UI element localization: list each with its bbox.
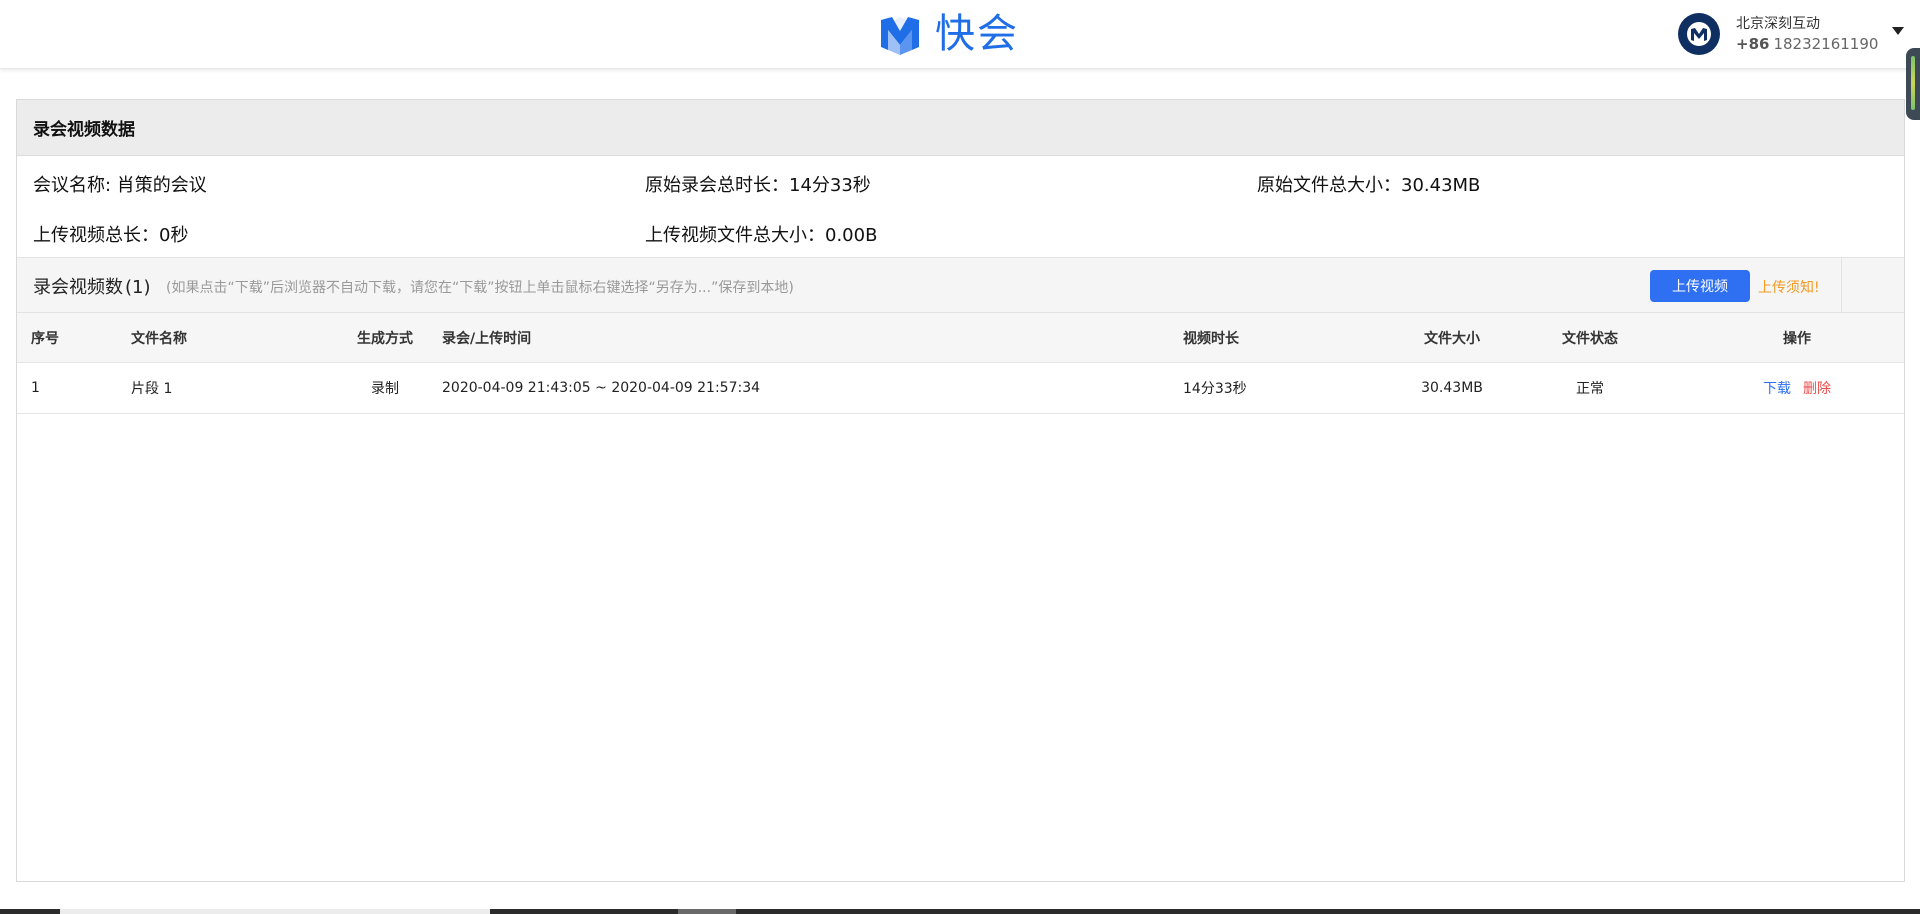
country-code: +86 [1736,35,1770,53]
avatar[interactable] [1678,13,1720,55]
row-file-status: 正常 [1576,381,1604,397]
upload-duration-value: 0秒 [159,225,189,246]
panel-title: 录会视频数据 [17,100,1904,156]
taskbar-segment [678,909,736,914]
upload-video-button[interactable]: 上传视频 [1650,270,1750,302]
delete-link[interactable]: 删除 [1803,378,1831,398]
user-menu[interactable]: 北京深刻互动 +86 18232161190 [1678,8,1905,60]
upload-size-label: 上传视频文件总大小： [645,225,825,246]
recordings-title-text: 录会视频数 [33,277,123,298]
stats-section: 会议名称: 肖策的会议 原始录会总时长：14分33秒 原始文件总大小：30.43… [17,156,1904,257]
recordings-count: (1) [125,277,151,298]
table-row: 1 片段 1 录制 2020-04-09 21:43:05 ~ 2020-04-… [17,363,1904,414]
top-header: 快会 北京深刻互动 +86 18232161190 [0,0,1920,69]
upload-size-stat: 上传视频文件总大小：0.00B [645,221,877,247]
orig-size-stat: 原始文件总大小：30.43MB [1257,171,1480,197]
download-link[interactable]: 下载 [1763,378,1791,398]
col-file-size: 文件大小 [1424,330,1480,347]
meeting-name-label: 会议名称: [33,175,117,196]
upload-duration-stat: 上传视频总长：0秒 [33,221,188,247]
brand[interactable]: 快会 [877,8,1019,60]
recordings-title: 录会视频数 (1) [33,273,151,299]
row-time: 2020-04-09 21:43:05 ~ 2020-04-09 21:57:3… [442,380,761,396]
user-phone: +86 18232161190 [1736,34,1878,54]
meeting-name-stat: 会议名称: 肖策的会议 [33,171,207,197]
phone-number: 18232161190 [1773,35,1879,53]
taskbar-strip [0,909,1920,914]
orig-duration-value: 14分33秒 [789,175,871,196]
orig-duration-label: 原始录会总时长： [645,175,789,196]
meeting-name-value: 肖策的会议 [116,175,207,196]
orig-size-label: 原始文件总大小： [1257,175,1401,196]
toolbar-divider [1841,258,1842,312]
recording-data-panel: 录会视频数据 会议名称: 肖策的会议 原始录会总时长：14分33秒 原始文件总大… [16,99,1905,882]
orig-duration-stat: 原始录会总时长：14分33秒 [645,171,871,197]
brand-logo-icon [881,17,919,55]
row-file-size: 30.43MB [1421,380,1483,396]
user-logo-icon [1687,22,1711,46]
col-generation-mode: 生成方式 [357,330,413,347]
orig-size-value: 30.43MB [1401,175,1481,196]
upload-notice-link[interactable]: 上传须知! [1758,277,1820,297]
row-file-name: 片段 1 [131,381,173,397]
col-duration: 视频时长 [1183,330,1239,347]
row-generation-mode: 录制 [371,381,399,397]
brand-name: 快会 [935,11,1019,57]
col-file-status: 文件状态 [1562,330,1618,347]
row-duration: 14分33秒 [1183,381,1247,397]
table-header: 序号 文件名称 生成方式 录会/上传时间 视频时长 文件大小 文件状态 操作 [17,313,1904,363]
row-operations: 下载 删除 [1717,363,1877,413]
side-widget-tab[interactable] [1906,48,1920,120]
col-index: 序号 [31,330,59,347]
upload-duration-label: 上传视频总长： [33,225,159,246]
taskbar-segment [60,909,490,914]
col-operations: 操作 [1783,330,1811,347]
download-hint: (如果点击“下载”后浏览器不自动下载，请您在“下载”按钮上单击鼠标右键选择“另存… [166,280,794,296]
col-file-name: 文件名称 [131,330,187,347]
recordings-toolbar: 录会视频数 (1) (如果点击“下载”后浏览器不自动下载，请您在“下载”按钮上单击… [17,257,1904,313]
user-company: 北京深刻互动 [1736,16,1820,32]
upload-size-value: 0.00B [825,225,878,246]
level-meter-icon [1911,56,1915,110]
chevron-down-icon[interactable] [1892,27,1905,35]
row-index: 1 [31,380,40,396]
col-time: 录会/上传时间 [442,330,532,347]
